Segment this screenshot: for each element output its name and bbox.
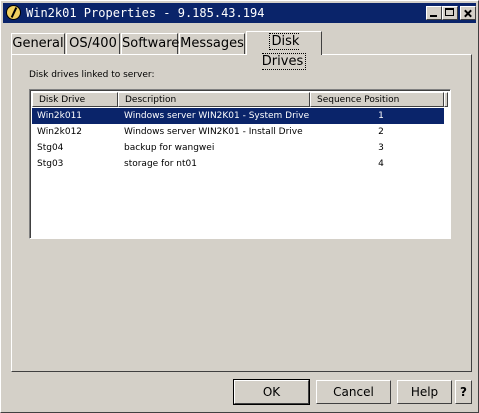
cancel-button[interactable]: Cancel	[316, 380, 391, 404]
ok-button[interactable]: OK	[233, 379, 310, 405]
column-header-disk-drive[interactable]: Disk Drive	[32, 92, 118, 107]
tab-label: Software	[122, 36, 180, 51]
tab-messages[interactable]: Messages	[179, 33, 245, 54]
cell-sequence-position: 3	[378, 143, 384, 153]
cell-disk-drive: Win2k011	[37, 111, 83, 121]
column-header-sequence-position[interactable]: Sequence Position	[310, 92, 444, 107]
cell-disk-drive: Stg04	[37, 143, 64, 153]
minimize-button[interactable]	[426, 6, 442, 20]
cell-sequence-position: 4	[378, 159, 384, 169]
tab-label: Messages	[180, 36, 244, 51]
cell-sequence-position: 1	[378, 111, 384, 121]
cell-disk-drive: Stg03	[37, 159, 64, 169]
tab-general[interactable]: General	[11, 33, 65, 54]
maximize-button[interactable]	[442, 6, 458, 20]
tab-software[interactable]: Software	[121, 33, 180, 54]
table-row[interactable]: Stg03 storage for nt01 4	[32, 156, 444, 172]
close-button[interactable]	[460, 6, 476, 20]
cell-description: Windows server WIN2K01 - System Drive	[124, 111, 310, 121]
tab-disk-drives[interactable]: Disk Drives	[246, 31, 322, 70]
window-title: Win2k01 Properties - 9.185.43.194	[26, 6, 265, 20]
table-row[interactable]: Win2k012 Windows server WIN2K01 - Instal…	[32, 124, 444, 140]
help-button[interactable]: Help	[397, 380, 452, 404]
list-frame: Disk Drive Description Sequence Position…	[30, 90, 450, 238]
tab-label: OS/400	[69, 36, 117, 51]
tab-label: Disk Drives	[261, 33, 307, 70]
app-icon[interactable]	[6, 5, 21, 20]
cell-sequence-position: 2	[378, 127, 384, 137]
cell-description: Windows server WIN2K01 - Install Drive	[124, 127, 303, 137]
title-bar[interactable]: Win2k01 Properties - 9.185.43.194	[3, 3, 476, 23]
cell-description: backup for wangwei	[124, 143, 215, 153]
column-header-description[interactable]: Description	[118, 92, 310, 107]
tab-label: General	[12, 36, 64, 51]
question-help-button[interactable]: ?	[455, 380, 472, 404]
tab-os400[interactable]: OS/400	[66, 33, 120, 54]
column-header-filler	[444, 92, 448, 107]
properties-window: Win2k01 Properties - 9.185.43.194 Genera…	[0, 0, 479, 413]
cell-disk-drive: Win2k012	[37, 127, 83, 137]
cell-description: storage for nt01	[124, 159, 197, 169]
table-row[interactable]: Win2k011 Windows server WIN2K01 - System…	[32, 108, 444, 124]
table-row[interactable]: Stg04 backup for wangwei 3	[32, 140, 444, 156]
disk-drive-list[interactable]: Disk Drive Description Sequence Position…	[29, 89, 451, 239]
list-caption: Disk drives linked to server:	[29, 70, 155, 80]
